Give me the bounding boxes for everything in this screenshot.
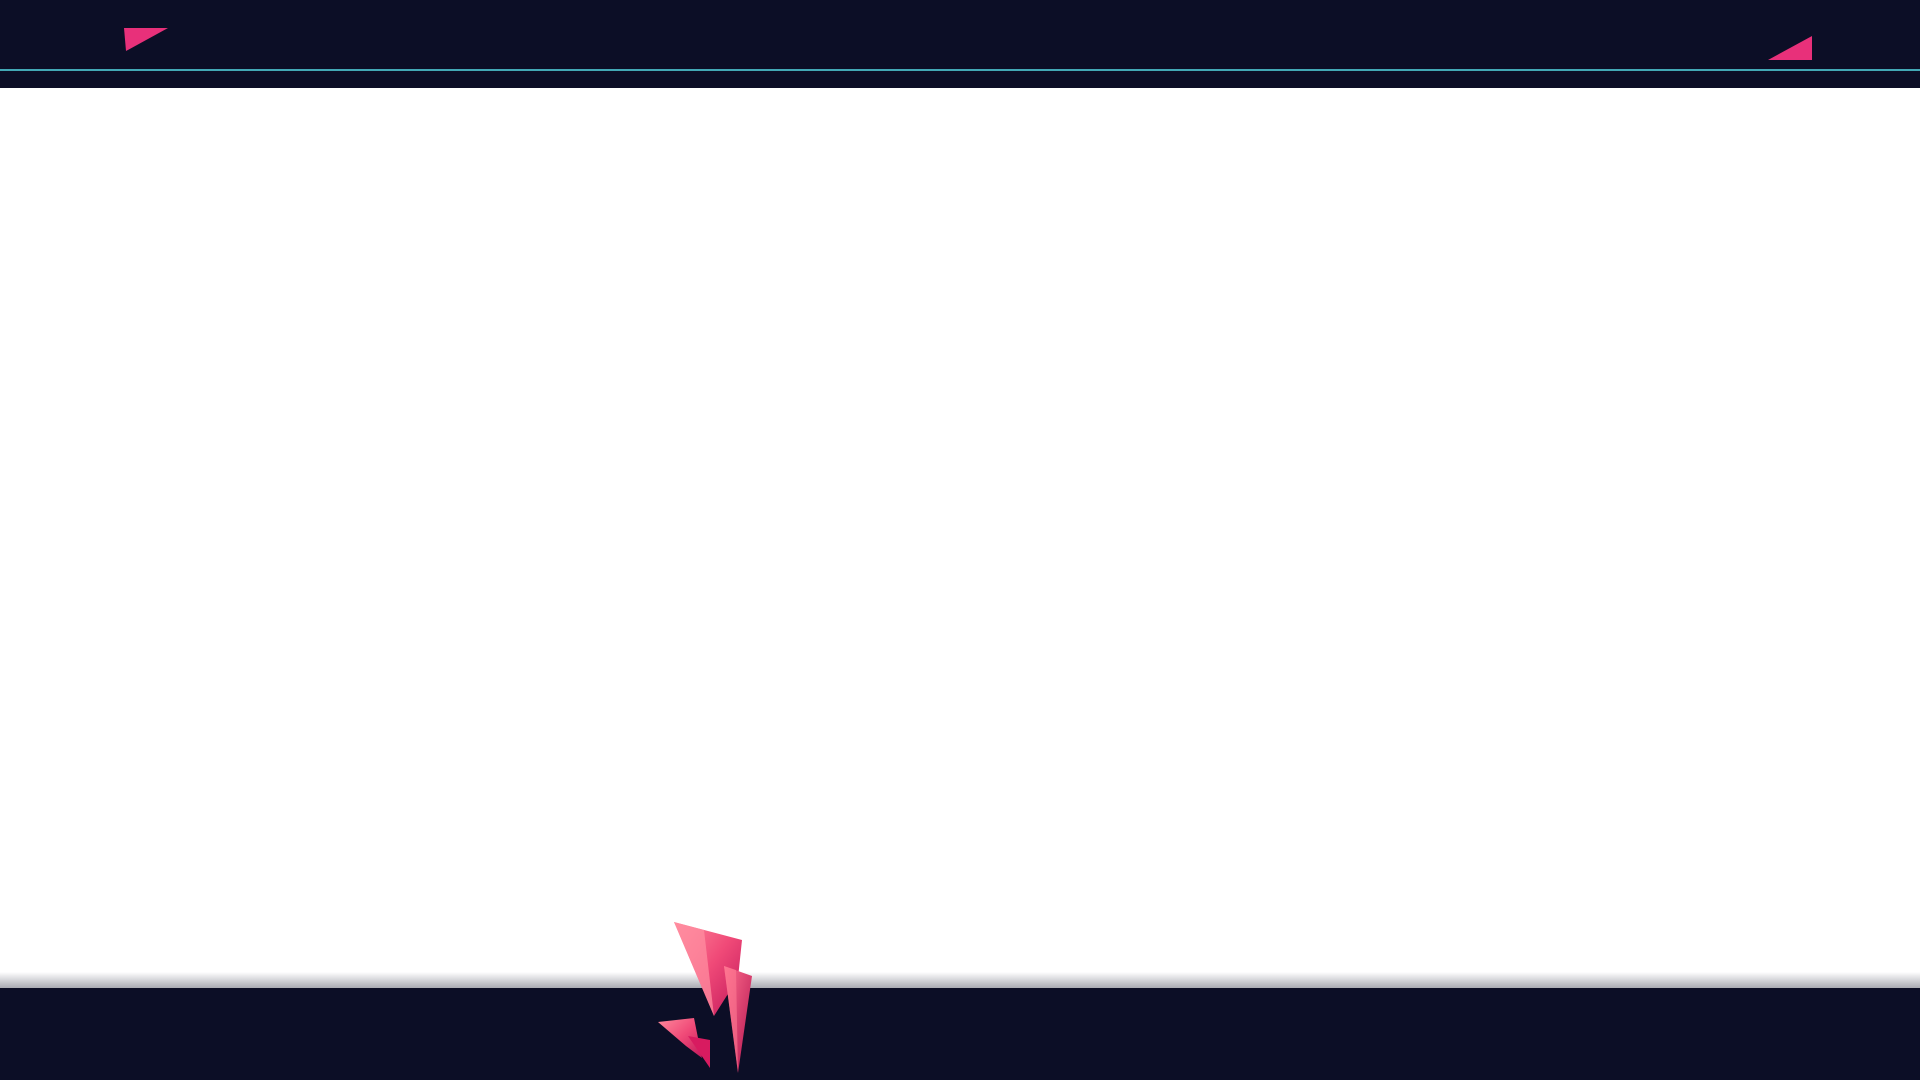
pink-triangle-icon bbox=[124, 28, 168, 51]
pink-triangle-icon bbox=[1768, 36, 1812, 60]
crystal-shard-icon bbox=[658, 922, 752, 1073]
bottom-banner bbox=[0, 988, 1920, 1080]
bottom-banner-shadow bbox=[0, 972, 1920, 988]
content-area bbox=[0, 88, 1920, 988]
top-accent-line bbox=[0, 69, 1920, 71]
top-banner bbox=[0, 0, 1920, 88]
slide-frame bbox=[0, 0, 1920, 1080]
